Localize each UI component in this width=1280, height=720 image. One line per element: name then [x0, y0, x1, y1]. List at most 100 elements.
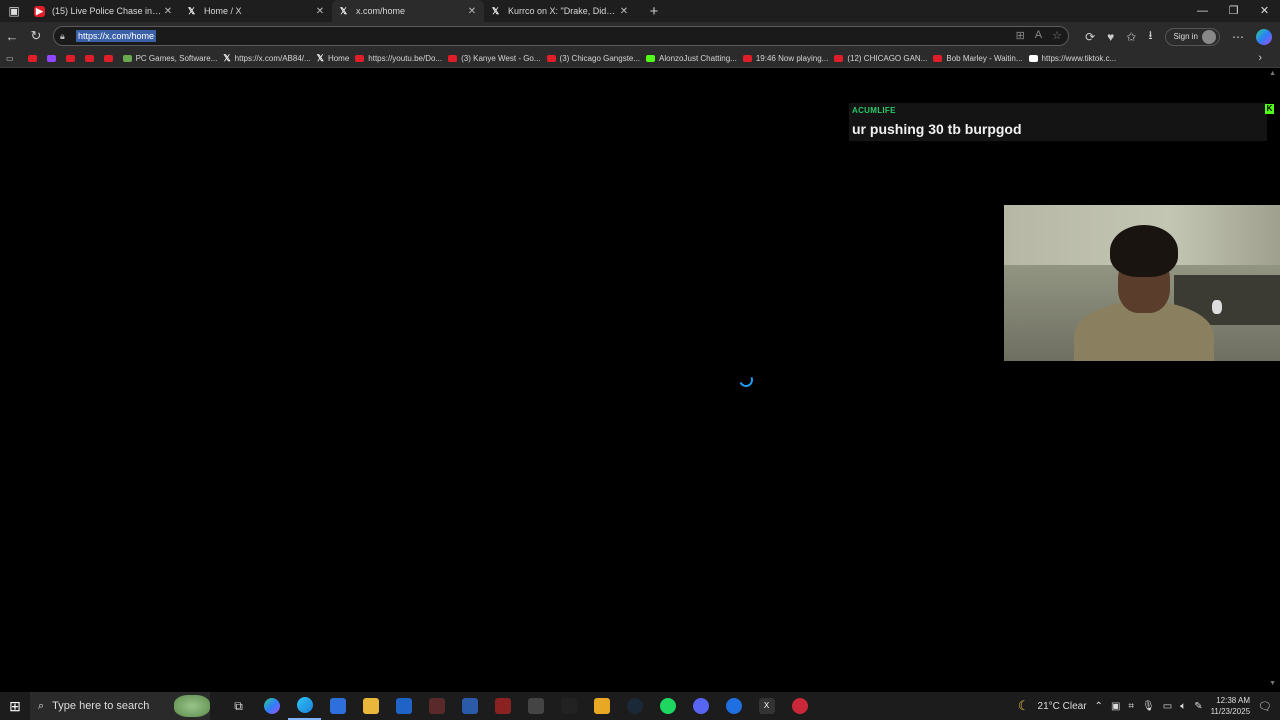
bookmark-item[interactable]: 𝕏https://x.com/AB84/... [223, 53, 310, 64]
bookmark-item[interactable] [103, 55, 117, 62]
clock-date: 11/23/2025 [1210, 707, 1251, 716]
battery-icon[interactable]: ▭ [1163, 701, 1172, 712]
bookmark-item[interactable]: Bob Marley - Waitin... [933, 54, 1023, 63]
tab-actions-icon[interactable]: ▣ [0, 0, 28, 22]
search-highlight-icon[interactable] [174, 695, 210, 717]
close-icon[interactable]: ✕ [314, 6, 326, 17]
close-icon[interactable]: ✕ [162, 6, 174, 17]
notifications-icon[interactable]: 🗨︎ [1258, 700, 1272, 713]
bookmark-item[interactable]: AlonzoJust Chatting... [646, 54, 737, 63]
favorites-icon[interactable]: ✩ [1126, 30, 1136, 44]
favorite-star-icon[interactable]: ☆ [1052, 29, 1062, 42]
windows-start-icon[interactable]: ⊞ [0, 698, 30, 715]
discord-icon[interactable] [684, 692, 717, 720]
downloads-icon[interactable]: ⭳ [1148, 26, 1152, 47]
extensions-icon[interactable]: ⟳ [1085, 30, 1095, 44]
more-options-icon[interactable]: ⋯ [1232, 30, 1244, 44]
bookmark-item[interactable] [65, 55, 79, 62]
app-x-icon[interactable]: X [750, 692, 783, 720]
close-icon[interactable]: ✕ [466, 6, 478, 17]
game-app-icon-3[interactable] [486, 692, 519, 720]
close-icon[interactable]: ✕ [618, 6, 630, 17]
task-view-icon[interactable]: ⧉ [222, 692, 255, 720]
avatar-icon [1202, 29, 1216, 44]
kick-icon [646, 55, 656, 62]
edge-icon[interactable] [288, 692, 321, 720]
tray-app-icon[interactable]: ▣ [1111, 701, 1120, 712]
x-icon: 𝕏 [223, 53, 231, 63]
refresh-icon[interactable]: ↻ [24, 28, 48, 44]
taskbar-apps: ⧉ X [222, 692, 816, 720]
read-aloud-icon[interactable]: A [1035, 29, 1042, 42]
game-app-icon-2[interactable] [453, 692, 486, 720]
youtube-icon [103, 55, 113, 62]
file-explorer-icon[interactable] [354, 692, 387, 720]
bookmark-item[interactable]: 𝕏 Home [317, 53, 350, 64]
new-tab-button[interactable]: + [642, 3, 666, 20]
tab-youtube-police-chase[interactable]: ▶ (15) Live Police Chase in LA - You ✕ [28, 0, 180, 22]
steam-icon[interactable] [618, 692, 651, 720]
back-icon[interactable]: ← [0, 29, 24, 44]
webcam-overlay [1004, 205, 1280, 361]
bookmark-item[interactable]: https://www.tiktok.c... [1028, 54, 1116, 63]
scroll-down-arrow-icon[interactable]: ▼ [1269, 680, 1276, 687]
site-info-icon[interactable]: 🔒︎ [60, 31, 74, 42]
toolbar-right: ⟳ ♥ ✩ ⭳ Sign in ⋯ [1085, 26, 1272, 47]
tab-kurrco[interactable]: 𝕏 Kurrco on X: "Drake, Diddy, R. Kel ✕ [484, 0, 636, 22]
x-icon: 𝕏 [316, 53, 324, 63]
tab-x-com-home[interactable]: 𝕏 x.com/home ✕ [332, 0, 484, 22]
bookmark-label: PC Games, Software... [135, 54, 218, 63]
sign-in-button[interactable]: Sign in [1164, 27, 1220, 46]
game-app-icon[interactable] [420, 692, 453, 720]
page-content [0, 68, 1280, 690]
volume-icon[interactable]: 🔈︎ [1180, 701, 1186, 712]
browser-essentials-icon[interactable]: ♥ [1107, 30, 1114, 44]
game-app-icon-5[interactable] [552, 692, 585, 720]
youtube-icon [27, 55, 37, 62]
copilot-icon[interactable] [1256, 28, 1272, 45]
copilot-app-icon[interactable] [255, 692, 288, 720]
spotify-icon[interactable] [651, 692, 684, 720]
network-icon[interactable]: ⌗ [1128, 701, 1134, 712]
chevron-right-icon[interactable]: › [1258, 52, 1262, 64]
weather-text[interactable]: 21°C Clear [1038, 701, 1087, 712]
bookmarks-bar: ▭ PC Games, Software... 𝕏https://x.com/AB8… [0, 50, 1280, 68]
bookmark-item[interactable] [27, 55, 41, 62]
bookmark-item[interactable]: (3) Chicago Gangste... [546, 54, 641, 63]
bookmark-item[interactable]: https://youtu.be/Do... [355, 54, 442, 63]
address-bar-icons: ⊞ A ☆ [1016, 29, 1062, 42]
pen-icon[interactable]: ✎ [1194, 701, 1202, 712]
app-blue-icon[interactable] [717, 692, 750, 720]
bookmark-item[interactable]: (3) Kanye West - Go... [448, 54, 541, 63]
bookmark-item[interactable]: 19:46 Now playing... [742, 54, 828, 63]
minimize-icon[interactable]: — [1187, 0, 1218, 22]
microphone-icon[interactable]: 🎙︎ [1142, 701, 1155, 712]
scroll-up-arrow-icon[interactable]: ▲ [1269, 70, 1276, 77]
tab-title: x.com/home [356, 6, 406, 16]
address-bar[interactable]: 🔒︎ https://x.com/home ⊞ A ☆ [53, 26, 1069, 46]
window-controls: — ❐ ✕ [1187, 0, 1280, 22]
bookmarks-folder-icon[interactable]: ▭ [6, 54, 14, 63]
store-icon[interactable] [321, 692, 354, 720]
bolt-app-icon[interactable] [585, 692, 618, 720]
bookmark-label: (3) Chicago Gangste... [559, 54, 641, 63]
game-app-icon-4[interactable] [519, 692, 552, 720]
close-window-icon[interactable]: ✕ [1249, 0, 1280, 22]
bookmark-item[interactable]: (12) CHICAGO GAN... [834, 54, 927, 63]
weather-moon-icon[interactable]: ☾ [1018, 698, 1030, 714]
bookmark-item[interactable] [46, 55, 60, 62]
bookmark-label: Home [327, 54, 350, 63]
bookmark-label: (12) CHICAGO GAN... [847, 54, 928, 63]
x-icon: 𝕏 [187, 5, 196, 16]
app-red-icon[interactable] [783, 692, 816, 720]
clock[interactable]: 12:38 AM 11/23/2025 [1211, 695, 1250, 717]
address-url[interactable]: https://x.com/home [76, 30, 157, 42]
mail-icon[interactable] [387, 692, 420, 720]
app-available-icon[interactable]: ⊞ [1016, 29, 1025, 42]
tab-x-home[interactable]: 𝕏 Home / X ✕ [180, 0, 332, 22]
bookmark-item[interactable] [84, 55, 98, 62]
chevron-up-icon[interactable]: ⌃ [1095, 701, 1103, 712]
bookmark-item[interactable]: PC Games, Software... [122, 54, 218, 63]
tab-bar: ▣ ▶ (15) Live Police Chase in LA - You ✕… [0, 0, 1280, 22]
restore-icon[interactable]: ❐ [1218, 0, 1249, 22]
